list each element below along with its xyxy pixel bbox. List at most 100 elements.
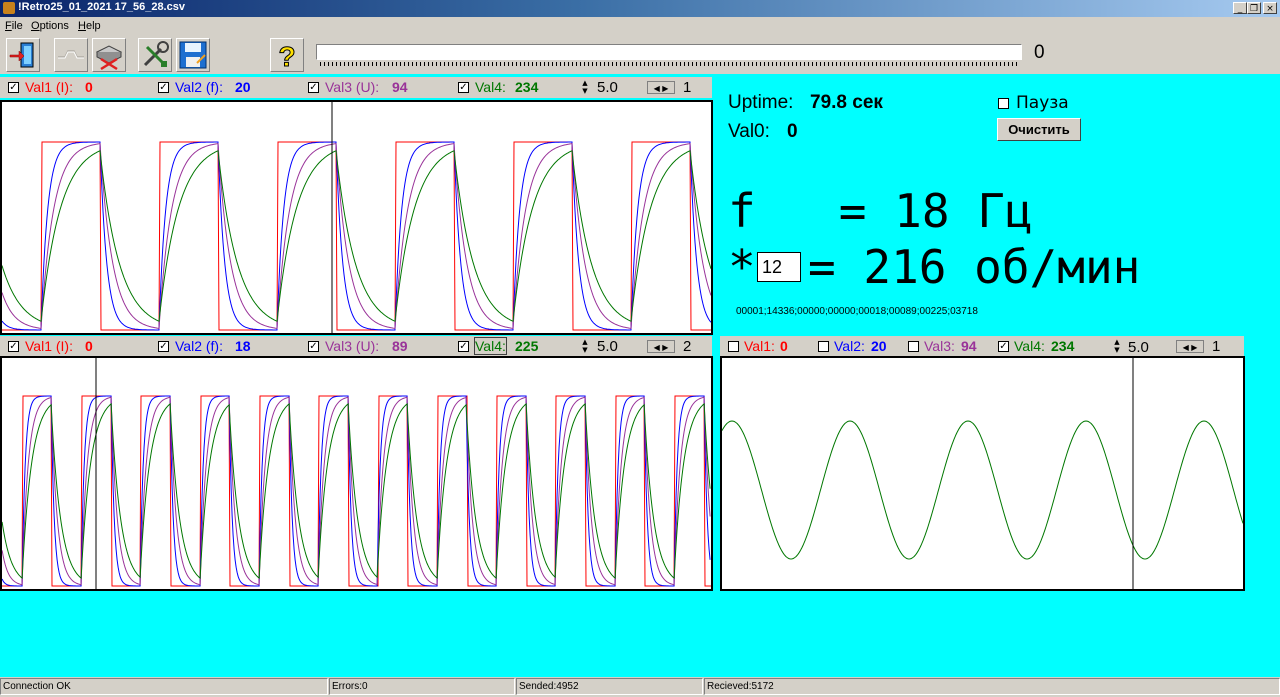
clear-button[interactable]: Очистить — [997, 118, 1081, 141]
pause-checkbox[interactable] — [998, 98, 1009, 109]
rpm-readout: = 216 об/мин — [808, 240, 1141, 294]
val3-checkbox[interactable]: ✓ — [308, 82, 319, 93]
plot-3-canvas — [722, 358, 1243, 589]
channel-number: 1 — [1212, 338, 1221, 355]
val2-value: 20 — [871, 338, 887, 354]
scale-spinner[interactable]: ▲ ▼ — [580, 338, 590, 355]
channel-arrows[interactable]: ◀ ▶ — [647, 340, 675, 353]
trace-val2 — [2, 395, 711, 587]
val1-checkbox[interactable] — [728, 341, 739, 352]
floppy-disk-icon — [179, 41, 207, 69]
val3-label: Val3 (U): — [325, 79, 380, 95]
menu-help[interactable]: Help — [78, 20, 101, 32]
scale-value: 5.0 — [597, 338, 618, 355]
raw-data-line: 00001;14336;00000;00000;00018;00089;0022… — [736, 306, 978, 317]
restore-button[interactable]: ❐ — [1247, 2, 1261, 14]
val2-label: Val2 (f): — [175, 79, 223, 95]
val4-value: 234 — [515, 79, 539, 95]
val0-value: 0 — [787, 121, 798, 142]
channel-bar-2: ✓ Val1 (I): 0 ✓ Val2 (f): 18 ✓ Val3 (U):… — [0, 336, 712, 357]
val2-value: 18 — [235, 338, 251, 354]
trace-val4 — [722, 420, 1243, 560]
question-mark-icon: ? — [278, 41, 296, 73]
app-icon — [3, 2, 15, 14]
plot-1-canvas — [2, 102, 711, 333]
minimize-button[interactable]: _ — [1233, 2, 1247, 14]
title-bar: !Retro25_01_2021 17_56_28.csv _ ❐ × — [0, 0, 1280, 17]
val4-label: Val4: — [475, 79, 506, 95]
multiplier-star: * — [728, 240, 756, 294]
val1-label: Val1: — [744, 338, 775, 354]
status-connection: Connection OK — [0, 678, 328, 695]
frequency-readout: f = 18 Гц — [728, 184, 1033, 238]
multiplier-input[interactable]: 12 — [757, 252, 801, 282]
val1-label: Val1 (I): — [25, 79, 73, 95]
val3-value: 94 — [392, 79, 408, 95]
val1-checkbox[interactable]: ✓ — [8, 341, 19, 352]
status-errors: Errors:0 — [329, 678, 515, 695]
connect-button[interactable] — [6, 38, 40, 72]
channel-number: 1 — [683, 79, 692, 96]
save-button[interactable] — [176, 38, 210, 72]
val3-label: Val3: — [924, 338, 955, 354]
svg-text:?: ? — [278, 41, 295, 71]
menu-options[interactable]: Options — [31, 20, 69, 32]
val4-checkbox[interactable]: ✓ — [458, 82, 469, 93]
val4-value: 225 — [515, 338, 539, 354]
uptime-label: Uptime: — [728, 92, 794, 113]
val0-label: Val0: — [728, 121, 770, 142]
val4-checkbox[interactable]: ✓ — [458, 341, 469, 352]
val2-checkbox[interactable] — [818, 341, 829, 352]
channel-arrows[interactable]: ◀ ▶ — [647, 81, 675, 94]
channel-number: 2 — [683, 338, 692, 355]
plot-1 — [0, 100, 713, 335]
val4-label: Val4: — [1014, 338, 1045, 354]
trace-val3 — [2, 396, 711, 586]
val3-checkbox[interactable]: ✓ — [308, 341, 319, 352]
trace-val4 — [2, 402, 711, 580]
val1-value: 0 — [85, 79, 93, 95]
val3-label: Val3 (U): — [325, 338, 380, 354]
disabled-plot-icon — [58, 50, 84, 59]
window-title: !Retro25_01_2021 17_56_28.csv — [18, 1, 185, 13]
val2-checkbox[interactable]: ✓ — [158, 82, 169, 93]
help-button[interactable]: ? — [270, 38, 304, 73]
status-recieved: Recieved:5172 — [704, 678, 1280, 695]
val4-checkbox[interactable]: ✓ — [998, 341, 1009, 352]
progress-ticks — [320, 62, 1020, 66]
plot-2-canvas — [2, 358, 711, 589]
val4-label-focused: Val4: — [474, 337, 507, 355]
val4-value: 234 — [1051, 338, 1075, 354]
exit-door-icon — [9, 42, 34, 68]
val3-checkbox[interactable] — [908, 341, 919, 352]
tools-icon — [143, 41, 169, 67]
uptime-value: 79.8 сек — [810, 92, 883, 113]
menu-bar: File Options Help — [0, 17, 1280, 35]
val2-label: Val2 (f): — [175, 338, 223, 354]
plot-2 — [0, 356, 713, 591]
val2-checkbox[interactable]: ✓ — [158, 341, 169, 352]
scale-spinner[interactable]: ▲ ▼ — [580, 79, 590, 96]
val3-value: 89 — [392, 338, 408, 354]
clear-device-button[interactable] — [92, 38, 126, 72]
disconnect-button[interactable] — [54, 38, 88, 72]
progress-bar — [316, 44, 1022, 60]
scale-value: 5.0 — [1128, 339, 1149, 356]
val1-label: Val1 (I): — [25, 338, 73, 354]
progress-value: 0 — [1034, 42, 1045, 63]
channel-arrows[interactable]: ◀ ▶ — [1176, 340, 1204, 353]
plot-3 — [720, 356, 1245, 591]
status-bar: Connection OK Errors:0 Sended:4952 Recie… — [0, 677, 1280, 697]
val2-value: 20 — [235, 79, 251, 95]
val1-value: 0 — [85, 338, 93, 354]
close-button[interactable]: × — [1263, 2, 1277, 14]
scale-value: 5.0 — [597, 79, 618, 96]
menu-file[interactable]: File — [5, 20, 23, 32]
val1-value: 0 — [780, 338, 788, 354]
settings-button[interactable] — [138, 38, 172, 72]
val3-value: 94 — [961, 338, 977, 354]
trace-val3 — [2, 142, 711, 330]
val1-checkbox[interactable]: ✓ — [8, 82, 19, 93]
scale-spinner[interactable]: ▲ ▼ — [1112, 338, 1122, 355]
device-clear-icon — [95, 45, 123, 71]
